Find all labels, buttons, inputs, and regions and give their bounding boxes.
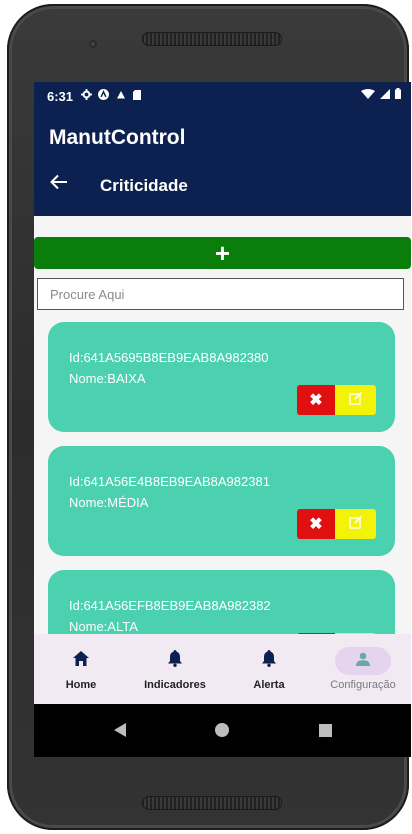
item-name: Nome:MÉDIA [69, 495, 149, 510]
status-time: 6:31 [47, 88, 74, 104]
status-bar: 6:31 [34, 82, 411, 110]
status-system-icons [361, 88, 401, 102]
list-item: Id:641A5695B8EB9EAB8A982380 Nome:BAIXA ✖ [48, 322, 395, 432]
search-input[interactable] [37, 278, 404, 310]
system-recents-icon[interactable] [319, 724, 332, 737]
nav-item-configuracao[interactable]: Configuração [316, 634, 410, 704]
circle-a-icon [98, 89, 110, 103]
nav-label: Configuração [330, 679, 396, 691]
home-icon [73, 651, 89, 671]
nav-item-alerta[interactable]: Alerta [222, 634, 316, 704]
list-item: Id:641A56E4B8EB9EAB8A982381 Nome:MÉDIA ✖ [48, 446, 395, 556]
cloud-icon [115, 90, 127, 102]
delete-button[interactable]: ✖ [297, 509, 335, 539]
list-item: Id:641A56EFB8EB9EAB8A982382 Nome:ALTA ✖ [48, 570, 395, 634]
bottom-navigation: Home Indicadores Alerta Configuração [34, 634, 411, 704]
item-id: Id:641A5695B8EB9EAB8A982380 [69, 350, 269, 365]
page-title: Criticidade [100, 176, 188, 195]
bell-icon [262, 650, 276, 672]
item-id: Id:641A56EFB8EB9EAB8A982382 [69, 598, 271, 613]
edit-icon [348, 515, 363, 534]
status-notification-icons [81, 89, 142, 103]
nav-label: Home [65, 679, 97, 691]
front-camera [89, 40, 97, 48]
screen: 6:31 ManutControl Criticidade + Procure … [34, 82, 411, 757]
phone-frame: 6:31 ManutControl Criticidade + Procure … [7, 4, 411, 830]
item-name: Nome:ALTA [69, 619, 138, 634]
add-button[interactable]: + [34, 237, 411, 269]
system-home-icon[interactable] [215, 723, 229, 737]
close-icon: ✖ [309, 516, 323, 533]
nav-item-indicadores[interactable]: Indicadores [128, 634, 222, 704]
wifi-icon [361, 88, 375, 102]
bell-icon [168, 650, 182, 672]
system-back-icon[interactable] [114, 723, 126, 742]
top-speaker [142, 32, 282, 46]
item-name: Nome:BAIXA [69, 371, 146, 386]
item-id: Id:641A56E4B8EB9EAB8A982381 [69, 474, 270, 489]
nav-label: Alerta [253, 679, 285, 691]
battery-icon [395, 88, 401, 102]
nav-item-home[interactable]: Home [34, 634, 128, 704]
bottom-speaker [142, 796, 282, 810]
app-title: ManutControl [49, 126, 186, 149]
edit-button[interactable] [335, 385, 376, 415]
system-navigation-bar [34, 704, 411, 757]
settings-icon [81, 89, 93, 103]
sd-card-icon [133, 89, 142, 103]
person-icon [356, 652, 370, 671]
delete-button[interactable]: ✖ [297, 385, 335, 415]
back-arrow-icon[interactable] [50, 174, 70, 194]
app-bar: 6:31 ManutControl Criticidade [34, 82, 411, 216]
nav-label: Indicadores [144, 679, 206, 691]
edit-button[interactable] [335, 509, 376, 539]
content-area: + Id:641A5695B8EB9EAB8A982380 Nome:BAIXA… [34, 216, 411, 634]
edit-icon [348, 391, 363, 410]
signal-icon [380, 88, 390, 102]
close-icon: ✖ [309, 392, 323, 409]
